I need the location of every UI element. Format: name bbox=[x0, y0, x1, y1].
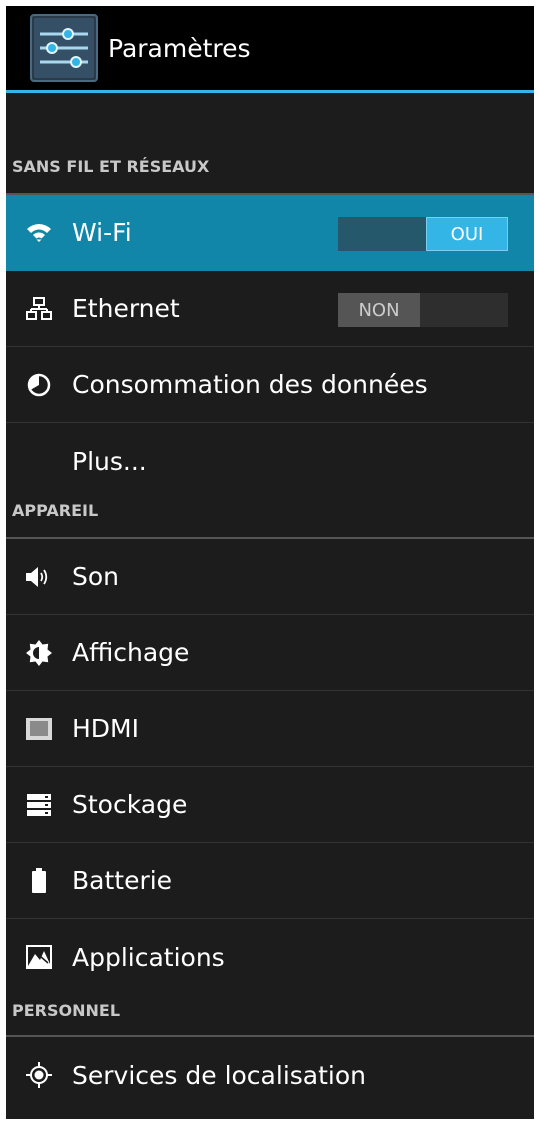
location-icon bbox=[6, 1062, 72, 1088]
action-bar: Paramètres bbox=[6, 6, 534, 93]
data-usage-icon bbox=[6, 373, 72, 397]
data-usage-label: Consommation des données bbox=[72, 370, 428, 399]
wifi-label: Wi-Fi bbox=[72, 218, 132, 247]
battery-label: Batterie bbox=[72, 866, 173, 895]
ethernet-label: Ethernet bbox=[72, 294, 180, 323]
ethernet-toggle-state: NON bbox=[338, 293, 420, 327]
wifi-toggle-state: OUI bbox=[426, 217, 508, 251]
settings-item-location[interactable]: Services de localisation bbox=[6, 1037, 534, 1113]
settings-screen: Paramètres SANS FIL ET RÉSEAUX Wi-Fi OUI bbox=[6, 6, 534, 1119]
storage-label: Stockage bbox=[72, 790, 188, 819]
location-label: Services de localisation bbox=[72, 1060, 366, 1090]
settings-item-more[interactable]: Plus... bbox=[6, 423, 534, 499]
settings-item-battery[interactable]: Batterie bbox=[6, 843, 534, 919]
settings-item-applications[interactable]: Applications bbox=[6, 919, 534, 995]
wifi-toggle[interactable]: OUI bbox=[338, 217, 508, 251]
sound-label: Son bbox=[72, 562, 120, 591]
more-label: Plus... bbox=[72, 446, 147, 476]
ethernet-toggle[interactable]: NON bbox=[338, 293, 508, 327]
settings-item-ethernet[interactable]: Ethernet NON bbox=[6, 271, 534, 347]
applications-icon bbox=[6, 945, 72, 969]
settings-sliders-icon[interactable] bbox=[30, 14, 98, 82]
brightness-icon bbox=[6, 639, 72, 666]
section-header-personal: PERSONNEL bbox=[6, 995, 534, 1037]
ethernet-icon bbox=[6, 296, 72, 321]
display-label: Affichage bbox=[72, 638, 190, 667]
hdmi-icon bbox=[6, 717, 72, 741]
storage-icon bbox=[6, 793, 72, 817]
top-spacer bbox=[6, 93, 534, 155]
speaker-icon bbox=[6, 565, 72, 589]
settings-item-display[interactable]: Affichage bbox=[6, 615, 534, 691]
settings-item-sound[interactable]: Son bbox=[6, 539, 534, 615]
section-header-device: APPAREIL bbox=[6, 499, 534, 539]
section-header-wireless: SANS FIL ET RÉSEAUX bbox=[6, 155, 534, 195]
settings-item-data-usage[interactable]: Consommation des données bbox=[6, 347, 534, 423]
applications-label: Applications bbox=[72, 942, 225, 972]
battery-icon bbox=[6, 867, 72, 894]
settings-item-storage[interactable]: Stockage bbox=[6, 767, 534, 843]
settings-item-hdmi[interactable]: HDMI bbox=[6, 691, 534, 767]
settings-item-wifi[interactable]: Wi-Fi OUI bbox=[6, 195, 534, 271]
page-title: Paramètres bbox=[108, 33, 251, 63]
wifi-icon bbox=[6, 222, 72, 244]
hdmi-label: HDMI bbox=[72, 714, 139, 743]
